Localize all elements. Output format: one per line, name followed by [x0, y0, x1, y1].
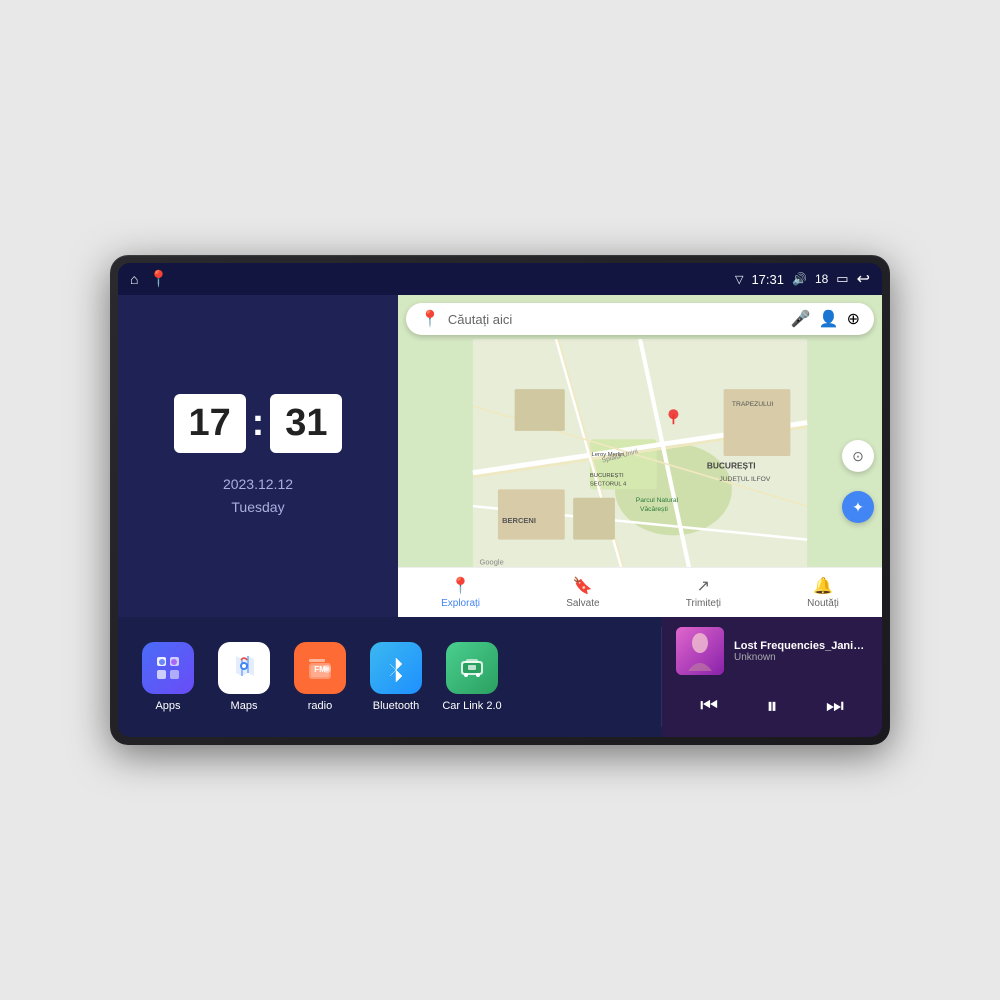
maps-icon: [218, 642, 270, 694]
music-prev-button[interactable]: ⏮: [690, 691, 728, 722]
svg-text:TRAPEZULUI: TRAPEZULUI: [732, 401, 774, 408]
carlink-label: Car Link 2.0: [442, 700, 501, 712]
share-icon: ↗: [697, 576, 710, 596]
back-icon[interactable]: ↩: [857, 269, 870, 289]
bluetooth-label: Bluetooth: [373, 700, 419, 712]
main-content: 17 : 31 2023.12.12 Tuesday 📍 Căutați aic…: [118, 295, 882, 737]
volume-icon: 🔊: [792, 272, 807, 286]
svg-text:SECTORUL 4: SECTORUL 4: [590, 481, 627, 487]
mic-icon[interactable]: 🎤: [791, 309, 811, 329]
clock-display: 17 : 31: [174, 394, 343, 453]
map-pin-icon: 📍: [420, 309, 440, 329]
clock-colon: :: [252, 402, 265, 445]
apps-label: Apps: [155, 700, 180, 712]
news-icon: 🔔: [813, 576, 833, 596]
clock-date: 2023.12.12 Tuesday: [223, 473, 293, 518]
battery-icon: ▭: [836, 271, 848, 287]
map-search-icons: 🎤 👤 ⊕: [791, 309, 860, 329]
map-panel[interactable]: 📍 Căutați aici 🎤 👤 ⊕: [398, 295, 882, 617]
device-body: ⌂ 📍 ▽ 17:31 🔊 18 ▭ ↩ 17 : 31: [110, 255, 890, 745]
map-compass-button[interactable]: ✦: [842, 491, 874, 523]
music-next-button[interactable]: ⏭: [816, 691, 854, 722]
battery-level: 18: [815, 272, 828, 286]
clock-hours: 17: [174, 394, 246, 453]
account-icon[interactable]: 👤: [819, 309, 839, 329]
music-controls: ⏮ ⏸ ⏭: [676, 685, 868, 727]
explore-label: Explorați: [441, 598, 480, 609]
album-art-visual: [676, 627, 724, 675]
maps-status-icon[interactable]: 📍: [148, 269, 168, 289]
status-right-info: ▽ 17:31 🔊 18 ▭ ↩: [735, 269, 870, 289]
home-icon[interactable]: ⌂: [130, 271, 138, 287]
svg-text:JUDEȚUL ILFOV: JUDEȚUL ILFOV: [719, 476, 770, 483]
map-nav-explorari[interactable]: 📍 Explorați: [441, 576, 480, 609]
bottom-section: Apps: [118, 617, 882, 737]
apps-icon: [142, 642, 194, 694]
app-item-bluetooth[interactable]: Bluetooth: [366, 642, 426, 712]
app-item-radio[interactable]: FM radio: [290, 642, 350, 712]
news-label: Noutăți: [807, 598, 839, 609]
music-info: Lost Frequencies_Janieck Devy-... Unknow…: [734, 640, 868, 663]
music-player: Lost Frequencies_Janieck Devy-... Unknow…: [662, 617, 882, 737]
clock-panel: 17 : 31 2023.12.12 Tuesday: [118, 295, 398, 617]
status-time: 17:31: [751, 272, 784, 287]
svg-text:BUCUREȘTI: BUCUREȘTI: [590, 473, 624, 479]
app-item-apps[interactable]: Apps: [138, 642, 198, 712]
map-nav-trimiteti[interactable]: ↗ Trimiteți: [686, 576, 721, 609]
svg-text:Văcărești: Văcărești: [640, 506, 668, 513]
map-search-bar[interactable]: 📍 Căutați aici 🎤 👤 ⊕: [406, 303, 874, 335]
bluetooth-icon-wrapper: [370, 642, 422, 694]
music-play-pause-button[interactable]: ⏸: [756, 689, 787, 723]
svg-text:Google: Google: [480, 558, 504, 567]
music-top: Lost Frequencies_Janieck Devy-... Unknow…: [676, 627, 868, 675]
status-bar: ⌂ 📍 ▽ 17:31 🔊 18 ▭ ↩: [118, 263, 882, 295]
map-location-button[interactable]: ⊙: [842, 440, 874, 472]
map-search-placeholder[interactable]: Căutați aici: [448, 312, 783, 327]
share-label: Trimiteți: [686, 598, 721, 609]
carlink-icon: [446, 642, 498, 694]
map-nav-salvate[interactable]: 🔖 Salvate: [566, 576, 599, 609]
music-artist: Unknown: [734, 652, 868, 663]
layers-icon[interactable]: ⊕: [847, 309, 860, 329]
maps-label: Maps: [231, 700, 258, 712]
svg-text:BUCUREȘTI: BUCUREȘTI: [707, 461, 756, 471]
map-nav-noutati[interactable]: 🔔 Noutăți: [807, 576, 839, 609]
svg-text:Leroy Merlin: Leroy Merlin: [592, 452, 624, 458]
map-bottom-bar: 📍 Explorați 🔖 Salvate ↗ Trimiteți 🔔: [398, 567, 882, 617]
saved-label: Salvate: [566, 598, 599, 609]
device-screen: ⌂ 📍 ▽ 17:31 🔊 18 ▭ ↩ 17 : 31: [118, 263, 882, 737]
music-album-art: [676, 627, 724, 675]
app-item-maps[interactable]: Maps: [214, 642, 274, 712]
signal-icon: ▽: [735, 273, 743, 286]
app-item-carlink[interactable]: Car Link 2.0: [442, 642, 502, 712]
radio-label: radio: [308, 700, 332, 712]
music-title: Lost Frequencies_Janieck Devy-...: [734, 640, 868, 652]
radio-icon: FM: [294, 642, 346, 694]
status-left-icons: ⌂ 📍: [130, 269, 168, 289]
svg-text:BERCENI: BERCENI: [502, 516, 536, 525]
explore-icon: 📍: [451, 576, 471, 596]
app-launcher: Apps: [118, 617, 661, 737]
saved-icon: 🔖: [573, 576, 593, 596]
svg-text:Parcul Natural: Parcul Natural: [636, 497, 679, 504]
map-visual: Splaiul Unirii BERCENI BUCUREȘTI JUDEȚ: [398, 339, 882, 573]
clock-minutes: 31: [270, 394, 342, 453]
top-section: 17 : 31 2023.12.12 Tuesday 📍 Căutați aic…: [118, 295, 882, 617]
